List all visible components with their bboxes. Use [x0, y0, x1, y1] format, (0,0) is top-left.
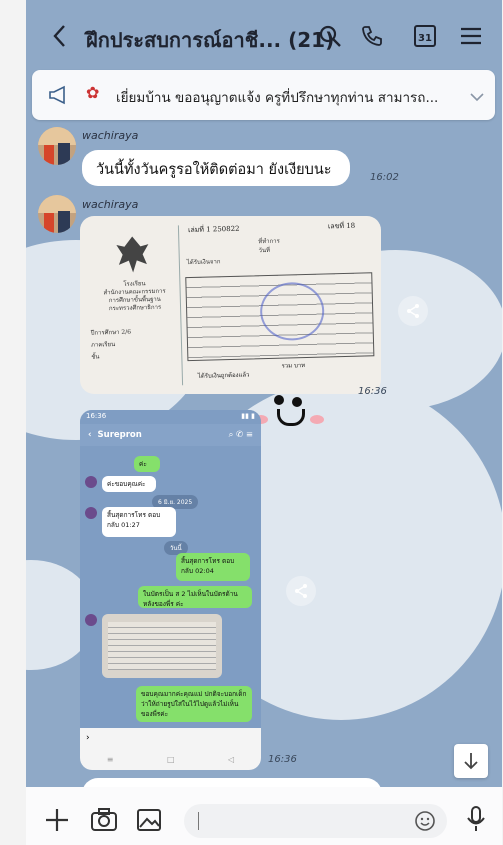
plus-icon[interactable] — [44, 807, 70, 837]
share-icon[interactable] — [398, 296, 428, 326]
phone-msg: ในบัตรเป็น ส 2 ไม่เห็นในบัตรด้านหลังของพ… — [138, 586, 252, 608]
image-icon[interactable] — [136, 808, 162, 836]
arrow-down-icon — [464, 753, 478, 770]
sender-name: wachiraya — [82, 129, 139, 142]
message-time: 16:36 — [268, 754, 297, 765]
chevron-down-icon[interactable] — [470, 87, 484, 106]
phone-msg: ขอบคุณมากค่ะคุณแม่ ปกติจะบอกเด็กว่าให้ถ่… — [136, 686, 252, 722]
phone-msg: สิ้นสุดการโทร ตอบกลับ 02:04 — [176, 553, 250, 581]
chat-window: ฝึกประสบการณ์อาชี... (21) 31 ✿ เยี่ยมบ้า… — [26, 0, 502, 845]
garuda-emblem-icon — [114, 234, 151, 275]
phone-status-bar: 16:36 ▮▮ ▮ — [80, 410, 261, 424]
message-time: 16:02 — [370, 172, 399, 183]
announcement-text: เยี่ยมบ้าน ขออนุญาตแจ้ง ครูที่ปรึกษาทุกท… — [116, 90, 439, 106]
chat-title[interactable]: ฝึกประสบการณ์อาชี... (21) — [86, 24, 334, 56]
doc-row: วันที่ — [258, 246, 271, 255]
message-input[interactable] — [184, 804, 447, 838]
camera-icon[interactable] — [90, 808, 118, 836]
screenshot-message[interactable]: 16:36 ▮▮ ▮ ‹ Surepron ⌕ ✆ ≡ ค่ะ ค่ะขอบคุณ… — [80, 410, 261, 770]
menu-icon[interactable] — [458, 22, 484, 50]
message-bubble[interactable]: วันนี้ทั้งวันครูรอให้ติดต่อมา ยังเงียบนะ — [82, 150, 350, 186]
phone-nav-bar: ≡ □ ◁ — [80, 748, 261, 770]
phone-msg: ค่ะขอบคุณค่ะ — [102, 476, 156, 492]
phone-input-bar: › — [80, 728, 261, 748]
doc-row: ที่ทำการ — [258, 237, 280, 246]
avatar[interactable] — [38, 127, 76, 165]
party-icon: ✿ — [86, 83, 100, 102]
mic-icon[interactable] — [466, 805, 486, 837]
doc-total: รวม บาท — [281, 362, 306, 370]
doc-left-line: กระทรวงศึกษาธิการ — [108, 303, 162, 313]
doc-received: ได้รับเงินถูกต้องแล้ว — [197, 371, 250, 380]
search-icon[interactable] — [316, 22, 344, 50]
phone-photo — [102, 614, 222, 678]
phone-msg: สิ้นสุดการโทร ตอบกลับ 01:27 — [102, 507, 176, 537]
scroll-down-button[interactable] — [454, 744, 488, 778]
back-icon[interactable] — [48, 22, 70, 50]
doc-row: ได้รับเงินจาก — [186, 258, 221, 267]
photo-message[interactable]: โรงเรียน สำนักงานคณะกรรมการ การศึกษาขั้น… — [80, 216, 381, 394]
calendar-icon[interactable]: 31 — [412, 22, 438, 50]
phone-icon[interactable] — [358, 22, 386, 50]
avatar[interactable] — [38, 195, 76, 233]
message-input-bar — [26, 787, 502, 845]
phone-status-time: 16:36 — [86, 412, 107, 420]
phone-chat-name: Surepron — [97, 430, 142, 440]
chat-header: ฝึกประสบการณ์อาชี... (21) 31 — [26, 0, 502, 70]
message-time: 16:36 — [358, 386, 387, 397]
megaphone-icon — [48, 85, 70, 109]
doc-receipt-no: เลขที่ 18 — [327, 221, 356, 231]
doc-left-field: ชั้น — [91, 353, 100, 361]
text-cursor — [198, 812, 199, 830]
calendar-day: 31 — [414, 25, 436, 47]
phone-msg: ค่ะ — [134, 456, 160, 472]
doc-book-no: เล่มที่ 1 250822 — [187, 224, 240, 235]
phone-chat-header: ‹ Surepron ⌕ ✆ ≡ — [80, 424, 261, 446]
emoji-icon[interactable] — [414, 810, 436, 836]
share-icon[interactable] — [286, 576, 316, 606]
announcement-banner[interactable]: ✿ เยี่ยมบ้าน ขออนุญาตแจ้ง ครูที่ปรึกษาทุ… — [32, 70, 495, 120]
sender-name: wachiraya — [82, 198, 139, 211]
